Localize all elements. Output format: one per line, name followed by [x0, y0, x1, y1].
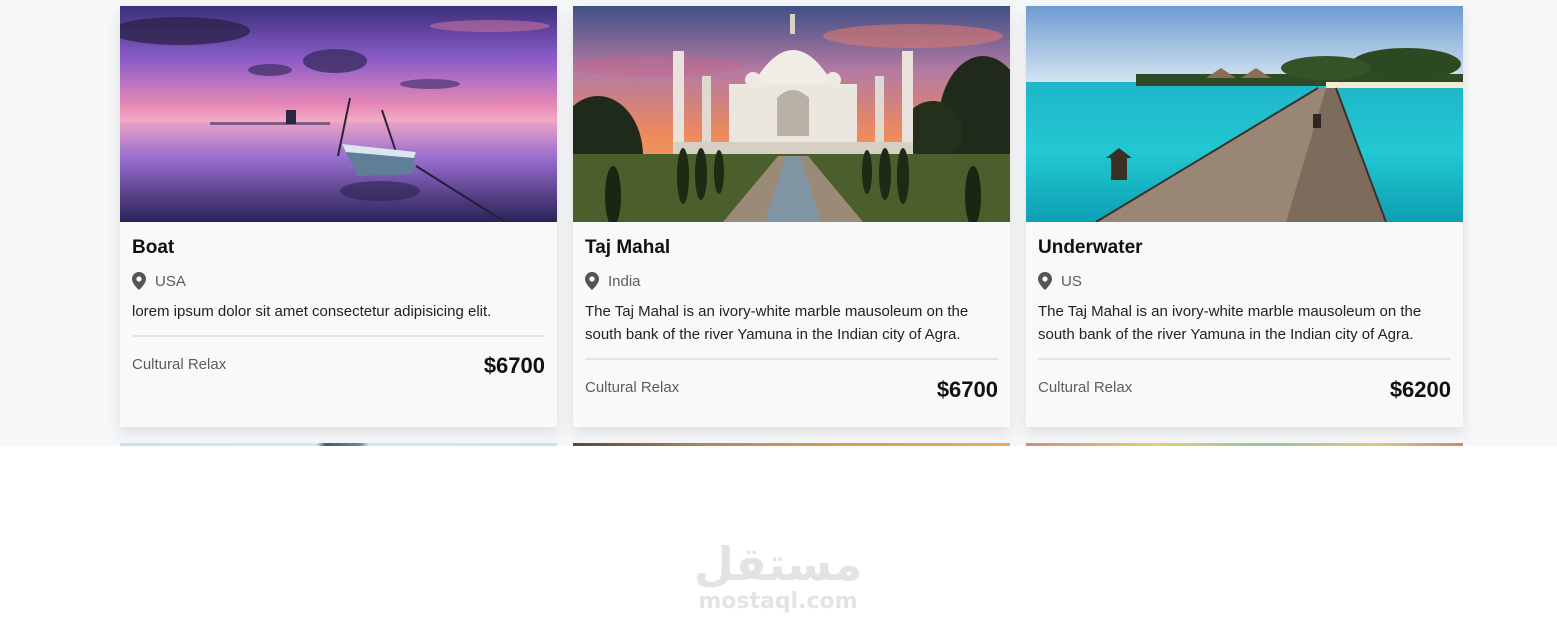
- card-divider: [1038, 358, 1451, 360]
- card-location: USA: [132, 271, 186, 291]
- card-title: Boat: [132, 237, 175, 258]
- card-divider: [132, 335, 545, 337]
- card-price: $6200: [1389, 377, 1451, 402]
- card-divider: [585, 358, 998, 360]
- card-title: Taj Mahal: [585, 237, 671, 258]
- destination-card-boat[interactable]: Boat USA lorem ipsum dolor sit amet cons…: [120, 6, 557, 427]
- card-tags: Cultural Relax: [585, 379, 680, 396]
- destination-card-taj-mahal[interactable]: Taj Mahal India The Taj Mahal is an ivor…: [573, 6, 1010, 427]
- card-location-label: US: [1061, 272, 1082, 290]
- card-location-label: India: [608, 272, 641, 290]
- card-title: Underwater: [1038, 237, 1143, 258]
- destinations-section: Boat USA lorem ipsum dolor sit amet cons…: [0, 0, 1557, 446]
- map-marker-icon: [132, 272, 146, 290]
- card-price: $6700: [936, 377, 998, 402]
- card-tags: Cultural Relax: [132, 356, 227, 373]
- card-description: The Taj Mahal is an ivory-white marble m…: [1038, 303, 1422, 343]
- watermark-arabic: مستقل: [694, 537, 862, 591]
- next-card-peek: [120, 443, 557, 446]
- card-location: India: [585, 271, 641, 291]
- underwater-photo: [1026, 6, 1463, 222]
- card-price: $6700: [483, 353, 545, 378]
- map-marker-icon: [585, 272, 599, 290]
- taj-mahal-photo: [573, 6, 1010, 222]
- boat-photo: [120, 6, 557, 222]
- next-card-peek: [1026, 443, 1463, 446]
- map-marker-icon: [1038, 272, 1052, 290]
- mostaql-watermark: مستقل mostaql.com: [690, 532, 870, 616]
- watermark-domain: mostaql.com: [698, 589, 857, 614]
- destination-card-underwater[interactable]: Underwater US The Taj Mahal is an ivory-…: [1026, 6, 1463, 427]
- card-description: The Taj Mahal is an ivory-white marble m…: [585, 303, 969, 343]
- card-location: US: [1038, 271, 1082, 291]
- next-card-peek: [573, 443, 1010, 446]
- card-location-label: USA: [155, 272, 186, 290]
- card-tags: Cultural Relax: [1038, 379, 1133, 396]
- card-description: lorem ipsum dolor sit amet consectetur a…: [132, 303, 492, 320]
